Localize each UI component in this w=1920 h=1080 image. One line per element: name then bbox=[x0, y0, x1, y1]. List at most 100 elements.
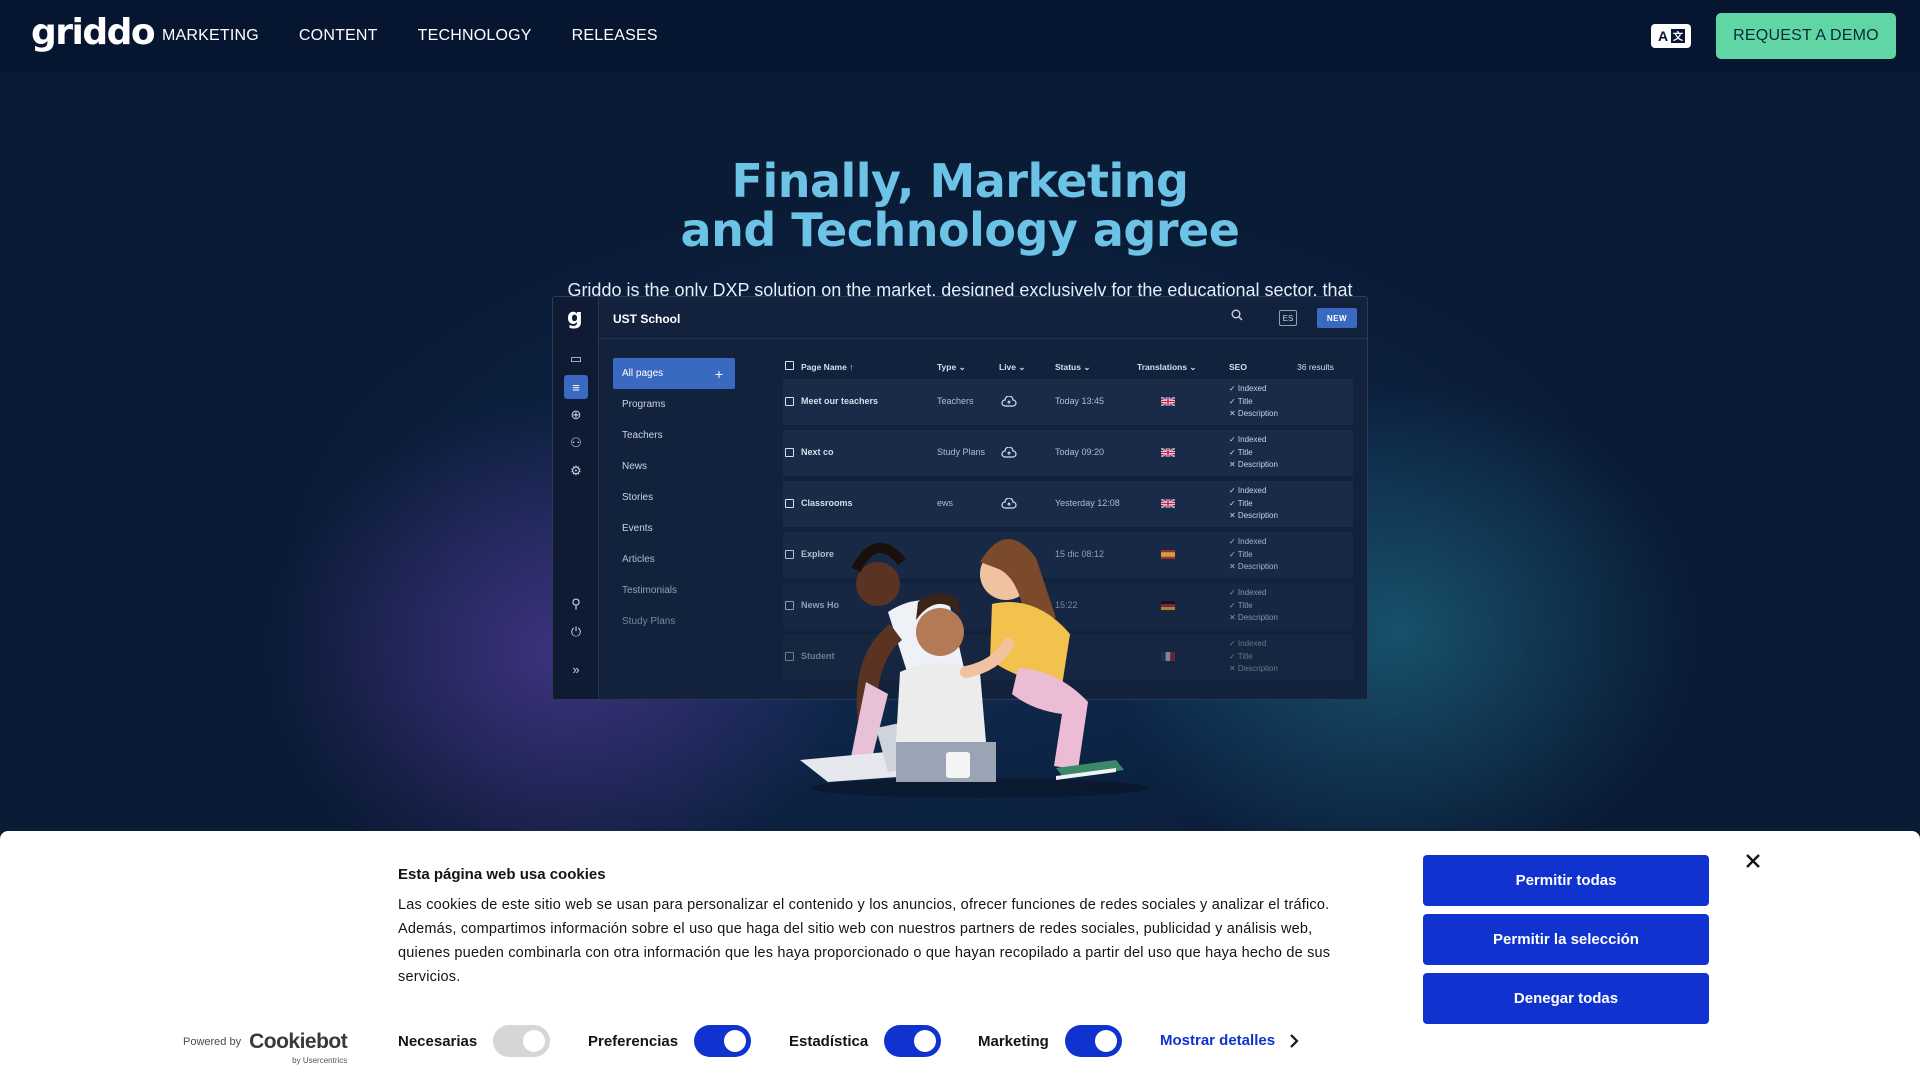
nav-links: MARKETING CONTENT TECHNOLOGY RELEASES bbox=[162, 27, 658, 45]
seo-title: ✓ Title bbox=[1229, 447, 1253, 457]
translate-icon[interactable]: A 文 bbox=[1651, 24, 1691, 48]
estadistica-switch[interactable] bbox=[884, 1025, 942, 1057]
row-checkbox bbox=[785, 448, 794, 457]
allow-selection-button[interactable]: Permitir la selección bbox=[1423, 914, 1709, 965]
col-type: Type ⌄ bbox=[937, 362, 966, 372]
show-details-link[interactable]: Mostrar detalles bbox=[1160, 1032, 1299, 1049]
seo-indexed: ✓ Indexed bbox=[1229, 384, 1267, 393]
dashboard-topbar: UST School ES NEW bbox=[599, 297, 1367, 339]
cookiebot-brand: Cookiebot by Usercentrics bbox=[249, 1030, 348, 1065]
menu-item: Stories bbox=[622, 492, 654, 503]
menu-item: News bbox=[622, 461, 648, 472]
seo-description: ✕ Description bbox=[1229, 409, 1278, 418]
seo-title: ✓ Title bbox=[1229, 396, 1253, 406]
seo-description: ✕ Description bbox=[1229, 613, 1278, 622]
nav-link-technology[interactable]: TECHNOLOGY bbox=[418, 27, 532, 45]
expand-icon: » bbox=[572, 661, 580, 677]
results-count: 36 results bbox=[1297, 362, 1334, 372]
dashboard-site-name: UST School bbox=[613, 312, 681, 326]
seo-title: ✓ Title bbox=[1229, 600, 1253, 610]
power-icon: ⏻ bbox=[570, 624, 582, 639]
powered-by-label: Powered by bbox=[183, 1036, 242, 1048]
seo-title: ✓ Title bbox=[1229, 549, 1253, 559]
seo-indexed: ✓ Indexed bbox=[1229, 537, 1267, 546]
row-seo: ✓ Indexed ✓ Title ✕ Description bbox=[1229, 587, 1278, 625]
row-seo: ✓ Indexed ✓ Title ✕ Description bbox=[1229, 536, 1278, 574]
seo-description: ✕ Description bbox=[1229, 664, 1278, 673]
chevron-right-icon bbox=[1290, 1033, 1299, 1048]
toggle-necesarias: Necesarias bbox=[398, 1023, 551, 1059]
hero-title-line1: Finally, Marketing bbox=[731, 154, 1189, 208]
row-seo: ✓ Indexed ✓ Title ✕ Description bbox=[1229, 434, 1278, 472]
menu-item: Events bbox=[622, 523, 653, 534]
cookiebot-brand-name: Cookiebot bbox=[249, 1030, 348, 1053]
nav-link-content[interactable]: CONTENT bbox=[299, 27, 378, 45]
pages-icon: ≡ bbox=[564, 375, 588, 399]
row-seo: ✓ Indexed ✓ Title ✕ Description bbox=[1229, 638, 1278, 676]
flag-icon bbox=[1161, 397, 1175, 408]
dashboard-new-button: NEW bbox=[1317, 308, 1357, 328]
dashboard-logo: g bbox=[567, 305, 583, 330]
row-status: Today 13:45 bbox=[1055, 396, 1105, 406]
users-icon: ⚇ bbox=[570, 435, 582, 450]
structure-icon: ⊕ bbox=[570, 407, 582, 422]
show-details-label: Mostrar detalles bbox=[1160, 1032, 1276, 1049]
dashboard-page-menu: All pages + Programs Teachers News Stori… bbox=[613, 358, 735, 637]
menu-item: Testimonials bbox=[622, 585, 678, 596]
select-all-checkbox bbox=[785, 361, 794, 370]
cookiebot-logo[interactable]: Powered by Cookiebot by Usercentrics bbox=[183, 1030, 348, 1065]
row-type: Teachers bbox=[937, 396, 974, 406]
nav-link-releases[interactable]: RELEASES bbox=[572, 27, 658, 45]
nav-link-marketing[interactable]: MARKETING bbox=[162, 27, 259, 45]
menu-item-label: All pages bbox=[622, 368, 664, 379]
col-status: Status ⌄ bbox=[1055, 362, 1091, 372]
table-row: Next co Study Plans Today 09:20 ✓ Indexed ✓ … bbox=[783, 430, 1353, 476]
hero-title-line2: and Technology agree bbox=[680, 203, 1240, 257]
seo-indexed: ✓ Indexed bbox=[1229, 588, 1267, 597]
deny-all-button[interactable]: Denegar todas bbox=[1423, 973, 1709, 1024]
toggle-label: Estadística bbox=[789, 1032, 869, 1050]
cloud-upload-icon bbox=[1001, 395, 1017, 409]
close-icon[interactable] bbox=[1741, 849, 1765, 873]
svg-text:A: A bbox=[1658, 28, 1668, 44]
plus-icon: + bbox=[714, 365, 723, 382]
seo-indexed: ✓ Indexed bbox=[1229, 435, 1267, 444]
cookie-text: Las cookies de este sitio web se usan pa… bbox=[398, 897, 1331, 985]
col-page-name: Page Name ↑ bbox=[801, 362, 854, 372]
allow-all-button[interactable]: Permitir todas bbox=[1423, 855, 1709, 906]
row-seo: ✓ Indexed ✓ Title ✕ Description bbox=[1229, 485, 1278, 523]
toggle-label: Marketing bbox=[978, 1032, 1049, 1050]
preferencias-switch[interactable] bbox=[694, 1025, 752, 1057]
top-nav: griddo MARKETING CONTENT TECHNOLOGY RELE… bbox=[0, 0, 1920, 72]
folder-icon: ▭ bbox=[569, 351, 583, 366]
seo-description: ✕ Description bbox=[1229, 460, 1278, 469]
seo-indexed: ✓ Indexed bbox=[1229, 486, 1267, 495]
col-live: Live ⌄ bbox=[999, 362, 1026, 372]
table-row: Meet our teachers Teachers Today 13:45 ✓ In… bbox=[783, 379, 1353, 425]
marketing-switch[interactable] bbox=[1064, 1025, 1122, 1057]
menu-item: Teachers bbox=[622, 430, 663, 441]
seo-indexed: ✓ Indexed bbox=[1229, 639, 1267, 648]
cookie-title: Esta página web usa cookies bbox=[398, 866, 606, 883]
toggle-label: Necesarias bbox=[398, 1032, 478, 1050]
request-demo-button[interactable]: REQUEST A DEMO bbox=[1716, 13, 1896, 59]
team-illustration bbox=[800, 538, 1150, 798]
col-translations: Translations ⌄ bbox=[1137, 362, 1197, 372]
table-header: Page Name ↑ Type ⌄ Live ⌄ Status ⌄ Trans… bbox=[783, 355, 1353, 379]
dashboard-lang-badge: ES bbox=[1279, 310, 1297, 326]
row-page-name: Next co bbox=[801, 447, 834, 457]
cloud-upload-icon bbox=[1001, 446, 1017, 460]
griddo-logo[interactable]: griddo bbox=[31, 12, 156, 53]
hero-title: Finally, Marketing and Technology agree bbox=[0, 157, 1920, 255]
toggle-preferencias: Preferencias bbox=[588, 1023, 752, 1059]
menu-item: Study Plans bbox=[622, 616, 676, 627]
seo-title: ✓ Title bbox=[1229, 651, 1253, 661]
row-seo: ✓ Indexed ✓ Title ✕ Description bbox=[1229, 383, 1278, 421]
seo-description: ✕ Description bbox=[1229, 562, 1278, 571]
toggle-marketing: Marketing bbox=[978, 1023, 1122, 1059]
seo-title: ✓ Title bbox=[1229, 498, 1253, 508]
row-type: Study Plans bbox=[937, 447, 986, 457]
cookiebot-brand-sub: by Usercentrics bbox=[292, 1056, 348, 1065]
row-status: Today 09:20 bbox=[1055, 447, 1105, 457]
user-icon: ⚲ bbox=[571, 596, 581, 611]
